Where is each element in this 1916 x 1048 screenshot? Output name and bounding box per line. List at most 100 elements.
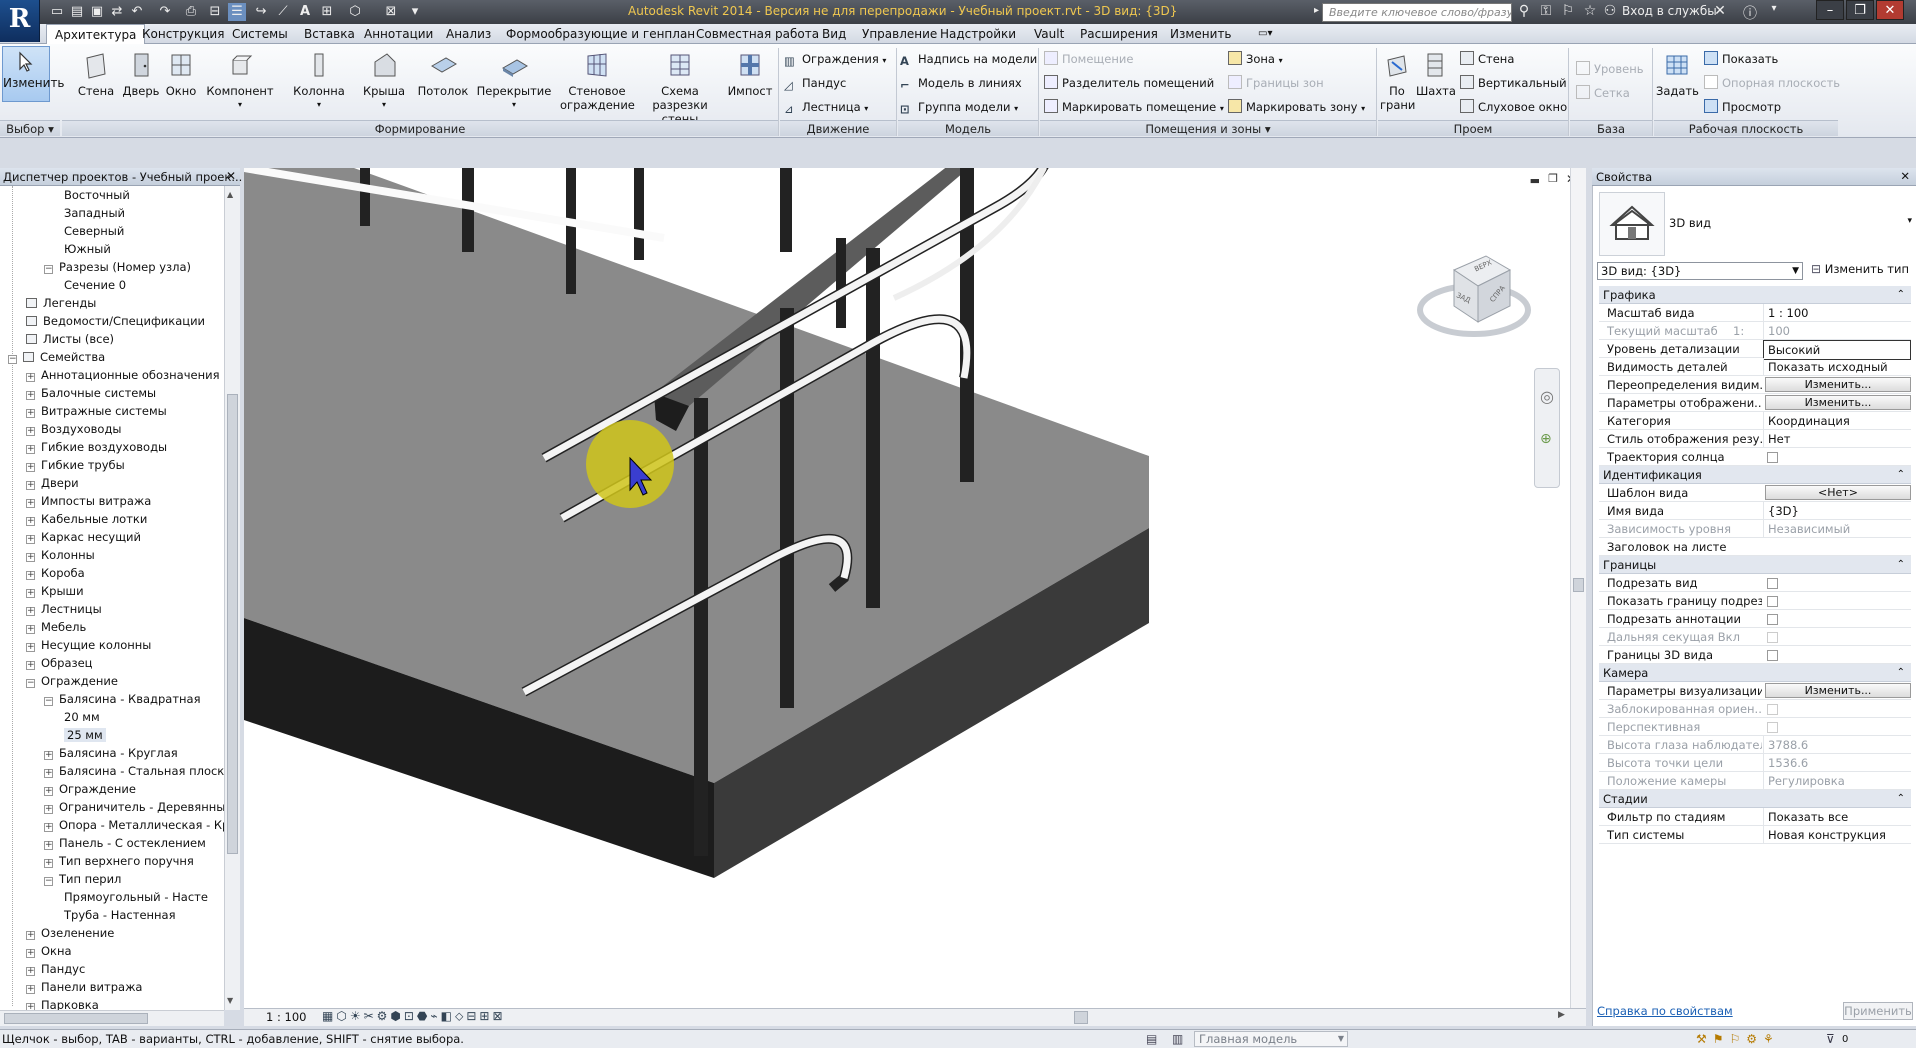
tree-item[interactable]: + Озеленение: [26, 924, 114, 942]
collapse-icon[interactable]: −: [26, 679, 35, 688]
expand-icon[interactable]: +: [44, 769, 53, 778]
opening-by-face-button[interactable]: По грани: [1380, 50, 1415, 112]
property-value[interactable]: 100: [1763, 322, 1911, 340]
property-row[interactable]: Фильтр по стадиям Показать все: [1599, 808, 1911, 826]
tree-item[interactable]: Западный: [64, 204, 125, 222]
tab-5[interactable]: Анализ: [444, 24, 493, 44]
property-group[interactable]: Стадии ⌃: [1599, 790, 1911, 808]
property-row[interactable]: Высота глаза наблюдателя 3788.6: [1599, 736, 1911, 754]
tree-item[interactable]: − Балясина - Квадратная: [44, 690, 201, 708]
new-icon[interactable]: ▭: [48, 3, 66, 21]
property-checkbox[interactable]: [1767, 596, 1778, 607]
property-group[interactable]: Графика ⌃: [1599, 286, 1911, 304]
expand-icon[interactable]: +: [26, 373, 35, 382]
design-options-icon[interactable]: ▥: [1172, 1030, 1183, 1048]
tree-item[interactable]: Южный: [64, 240, 111, 258]
help-search-input[interactable]: Введите ключевое слово/фразу: [1322, 3, 1512, 22]
exchange-icon[interactable]: ✕: [1710, 3, 1730, 21]
ribbon-minimize-icon[interactable]: ▭▾: [1256, 24, 1274, 44]
sync-icon[interactable]: ⇄: [108, 3, 126, 21]
workplane-button-3[interactable]: Просмотр: [1704, 98, 1781, 116]
tab-11[interactable]: Vault: [1032, 24, 1066, 44]
property-group[interactable]: Идентификация ⌃: [1599, 466, 1911, 484]
build-button-6[interactable]: Потолок: [412, 50, 474, 98]
worksets-icon[interactable]: ▤: [1146, 1030, 1157, 1048]
scroll-right-icon[interactable]: ▶: [1558, 1010, 1565, 1020]
tree-item[interactable]: + Тип верхнего поручня: [44, 852, 194, 870]
project-browser-hscrollbar[interactable]: [0, 1010, 224, 1026]
model-button-2[interactable]: ⊡ Группа модели ▾: [900, 98, 1018, 116]
binoculars-icon[interactable]: ⚲: [1514, 3, 1534, 21]
build-button-5[interactable]: Крыша ▾: [356, 50, 412, 112]
expand-icon[interactable]: +: [26, 571, 35, 580]
tree-item[interactable]: + Гибкие трубы: [26, 456, 125, 474]
expand-icon[interactable]: +: [26, 931, 35, 940]
property-checkbox[interactable]: [1767, 722, 1778, 733]
tree-item[interactable]: Листы (все): [26, 330, 114, 348]
tab-6[interactable]: Формообразующие и генплан: [504, 24, 697, 44]
tab-7[interactable]: Совместная работа: [694, 24, 821, 44]
type-dropdown-icon[interactable]: ▾: [1907, 216, 1912, 226]
view-control-icons[interactable]: ▦⬡☀✂⚙⬢⊡⬣⌁◧⬦⊟⊞⊠: [322, 1009, 506, 1024]
expand-icon[interactable]: +: [44, 805, 53, 814]
search-expand-icon[interactable]: ▸: [1314, 5, 1319, 16]
collapse-icon[interactable]: −: [44, 877, 53, 886]
property-row[interactable]: Категория Координация: [1599, 412, 1911, 430]
expand-icon[interactable]: +: [26, 445, 35, 454]
tree-item[interactable]: + Панель - С остеклением: [44, 834, 206, 852]
build-button-4[interactable]: Колонна ▾: [286, 50, 352, 112]
expand-icon[interactable]: +: [26, 985, 35, 994]
expand-icon[interactable]: +: [26, 661, 35, 670]
selection-option-icons[interactable]: ⚒⚑⚐⚙⚘: [1696, 1030, 1780, 1048]
build-button-9[interactable]: Схема разрезки стены: [634, 50, 726, 126]
open-icon[interactable]: ▤: [68, 3, 86, 21]
expand-icon[interactable]: +: [26, 607, 35, 616]
tab-0[interactable]: Архитектура: [46, 24, 146, 44]
build-button-1[interactable]: Дверь: [120, 50, 162, 98]
tree-item[interactable]: + Панели витража: [26, 978, 142, 996]
redo-icon[interactable]: ↷: [156, 3, 174, 21]
tree-item[interactable]: − Семейства: [8, 348, 105, 366]
property-value[interactable]: Независимый: [1763, 520, 1911, 538]
collapse-icon[interactable]: ⌃: [1897, 286, 1905, 304]
property-value[interactable]: Координация: [1763, 412, 1911, 430]
property-edit-button[interactable]: Изменить...: [1765, 395, 1911, 410]
model-button-0[interactable]: A Надпись на модели: [900, 50, 1037, 68]
minimize-icon[interactable]: –: [1816, 0, 1844, 20]
tree-item[interactable]: + Балясина - Круглая: [44, 744, 178, 762]
tree-item[interactable]: + Гибкие воздуховоды: [26, 438, 167, 456]
property-checkbox[interactable]: [1767, 614, 1778, 625]
property-checkbox[interactable]: [1767, 452, 1778, 463]
tree-item[interactable]: Сечение 0: [64, 276, 126, 294]
tree-item[interactable]: + Несущие колонны: [26, 636, 151, 654]
datum-button-1[interactable]: Сетка: [1576, 84, 1630, 102]
expand-icon[interactable]: +: [26, 589, 35, 598]
scroll-up-icon[interactable]: ▲: [227, 190, 233, 199]
property-row[interactable]: Заблокированная ориен...: [1599, 700, 1911, 718]
property-group[interactable]: Границы ⌃: [1599, 556, 1911, 574]
tree-item[interactable]: + Короба: [26, 564, 85, 582]
tab-2[interactable]: Системы: [230, 24, 290, 44]
dimension-icon[interactable]: ⟋: [274, 3, 292, 21]
text-icon[interactable]: A: [296, 3, 314, 21]
expand-icon[interactable]: +: [26, 625, 35, 634]
property-value[interactable]: Показать все: [1763, 808, 1911, 826]
expand-icon[interactable]: +: [26, 391, 35, 400]
tab-13[interactable]: Изменить: [1168, 24, 1234, 44]
viewport-vscroll-thumb[interactable]: [1573, 578, 1584, 592]
collapse-icon[interactable]: ⌃: [1897, 466, 1905, 484]
expand-icon[interactable]: +: [26, 427, 35, 436]
tree-item[interactable]: + Импосты витража: [26, 492, 151, 510]
workplane-button-2[interactable]: Опорная плоскость: [1704, 74, 1840, 92]
property-row[interactable]: Зависимость уровня Независимый: [1599, 520, 1911, 538]
collapse-icon[interactable]: ⌃: [1897, 790, 1905, 808]
property-value[interactable]: Нет: [1763, 430, 1911, 448]
tree-item[interactable]: + Крыши: [26, 582, 84, 600]
model-button-1[interactable]: ⌐ Модель в линиях: [900, 74, 1022, 92]
property-edit-button[interactable]: Изменить...: [1765, 683, 1911, 698]
property-row[interactable]: Положение камеры Регулировка: [1599, 772, 1911, 790]
collapse-icon[interactable]: −: [44, 697, 53, 706]
viewcube[interactable]: ВЕРХ ЗАД СПРА: [1414, 248, 1534, 348]
modify-button[interactable]: Изменить: [2, 46, 65, 102]
expand-icon[interactable]: +: [44, 841, 53, 850]
